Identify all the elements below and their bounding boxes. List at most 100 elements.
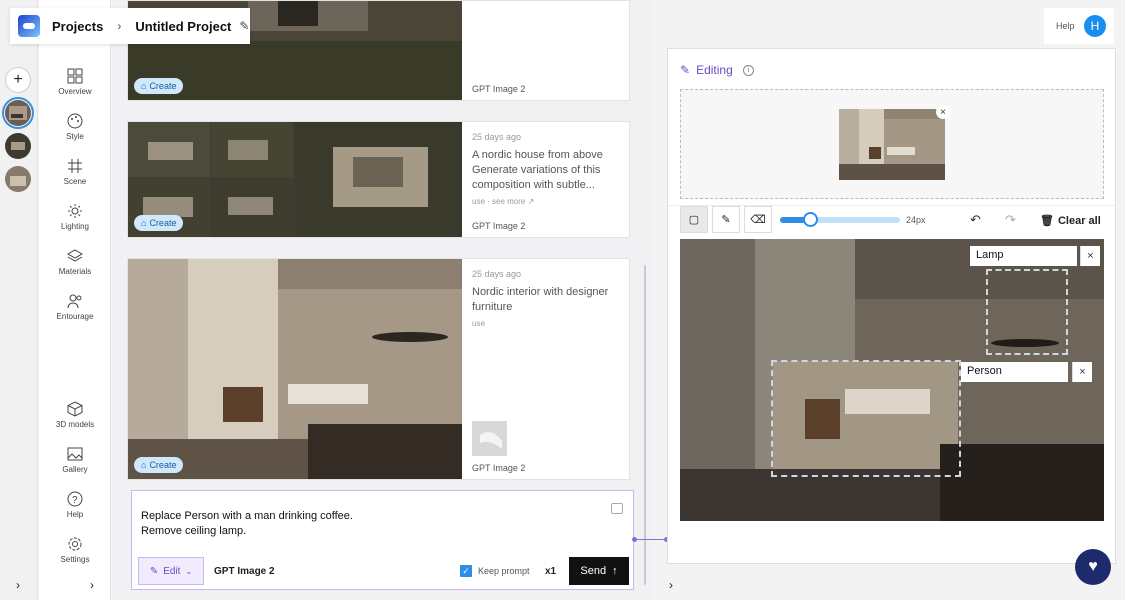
attach-image-icon[interactable] [611,503,623,514]
reference-image[interactable] [839,109,945,180]
mode-label: Edit [163,565,181,577]
trash-icon: 🗑 [1040,215,1054,227]
prompt-text[interactable]: Replace Person with a man drinking coffe… [141,509,353,539]
mode-dropdown[interactable]: ✎ Edit ⌄ [138,557,204,585]
reference-thumbnail[interactable] [472,421,507,456]
person-region-label: Person [961,362,1068,382]
see-more-link[interactable]: see more ↗ [492,197,534,206]
card-meta: 25 days ago A nordic house from above Ge… [472,122,622,237]
result-card-3[interactable]: ⌂ Create 25 days ago Nordic interior with… [127,258,630,480]
arrow-up-icon: ↑ [612,565,618,577]
remove-person-region-button[interactable]: × [1072,362,1092,382]
send-button[interactable]: Send ↑ [569,557,629,585]
svg-text:?: ? [72,495,78,506]
edit-canvas[interactable]: Lamp × Person × [680,239,1104,521]
heart-icon: ♥ [1088,558,1098,575]
create-label: Create [149,218,177,228]
create-button[interactable]: ⌂ Create [134,78,184,94]
prompt-line-2: Remove ceiling lamp. [141,525,247,537]
use-link[interactable]: use [472,197,485,206]
palette-icon [67,113,83,129]
variation-count[interactable]: x1 [545,566,556,577]
editor-title: Editing [696,63,733,77]
gear-icon [68,537,82,551]
create-button[interactable]: ⌂ Create [134,457,184,473]
chevron-right-icon: › [117,19,122,33]
brush-tool-button[interactable]: ✎ [712,206,740,233]
rename-pencil-icon[interactable]: ✎ [239,19,249,33]
eraser-tool-button[interactable]: ⌫ [744,206,772,233]
slider-knob[interactable] [803,212,818,227]
nav-settings[interactable]: Settings [39,536,111,564]
grid-icon [67,68,83,84]
lamp-mask-region[interactable] [986,269,1068,355]
rectangle-tool-button[interactable]: ▢ [680,206,708,233]
project-thumb-2[interactable] [5,133,31,159]
nav-help[interactable]: ? Help [39,491,111,519]
info-icon[interactable]: i [742,64,754,76]
clear-all-label: Clear all [1057,214,1101,227]
feed-scrollbar[interactable] [644,265,646,585]
nav-3d-models[interactable]: 3D models [39,401,111,429]
breadcrumb-projects[interactable]: Projects [52,19,103,34]
result-card-2[interactable]: ⌂ Create 25 days ago A nordic house from … [127,121,630,238]
project-thumb-1[interactable] [2,97,34,129]
card-date: 25 days ago [472,132,522,142]
brush-size-value: 24px [906,215,926,225]
panel-chevron-icon[interactable]: › [669,578,673,592]
nav-lighting[interactable]: Lighting [39,203,111,231]
prompt-composer[interactable]: Replace Person with a man drinking coffe… [131,490,634,590]
pencil-icon: ✎ [680,63,691,77]
project-thumb-3[interactable] [5,166,31,192]
add-project-button[interactable]: + [5,67,31,93]
card-model: GPT Image 2 [472,84,526,94]
nav-label: Lighting [60,222,90,231]
nav-entourage[interactable]: Entourage [39,293,111,321]
remove-lamp-region-button[interactable]: × [1080,246,1100,266]
keep-prompt-toggle[interactable]: ✓ Keep prompt [460,565,530,577]
person-mask-region[interactable] [771,360,961,477]
keep-prompt-label: Keep prompt [478,566,530,576]
create-icon: ⌂ [141,460,147,470]
question-icon: ? [67,491,83,507]
nav-materials[interactable]: Materials [39,248,111,276]
app-logo[interactable] [18,15,40,37]
nav-style[interactable]: Style [39,113,111,141]
card-model: GPT Image 2 [472,221,526,231]
remove-reference-button[interactable]: × [936,105,950,119]
create-button[interactable]: ⌂ Create [134,215,184,231]
result-image[interactable] [128,259,462,479]
chevron-down-icon: ⌄ [185,566,193,576]
image-icon [67,447,83,461]
brush-size-slider[interactable] [780,212,900,227]
create-label: Create [149,460,177,470]
clear-all-button[interactable]: 🗑 Clear all [1040,214,1101,228]
undo-icon[interactable]: ↶ [970,212,981,228]
hash-icon [68,159,82,173]
card-meta: 25 days ago Nordic interior with designe… [472,259,622,479]
layers-icon [67,249,83,262]
pencil-icon: ✎ [149,565,159,577]
use-link[interactable]: use [472,319,622,328]
breadcrumb: Projects › Untitled Project ✎ [10,8,250,44]
help-bar: Help H [1044,8,1114,44]
project-title[interactable]: Untitled Project [135,19,231,34]
model-selector[interactable]: GPT Image 2 [214,566,275,577]
rectangle-icon: ▢ [688,214,700,226]
checkbox-icon[interactable]: ✓ [460,565,472,577]
help-link[interactable]: Help [1056,21,1075,31]
nav-overview[interactable]: Overview [39,68,111,96]
card-model: GPT Image 2 [472,463,526,473]
feedback-heart-button[interactable]: ♥ [1075,549,1111,585]
connector-dot [632,537,637,542]
eraser-icon: ⌫ [750,214,766,226]
avatar[interactable]: H [1084,15,1106,37]
redo-icon[interactable]: ↷ [1005,212,1016,228]
nav-scene[interactable]: Scene [39,158,111,186]
reference-dropzone[interactable]: × [680,89,1104,199]
expand-rail-icon[interactable]: › [16,578,20,592]
nav-label: Settings [60,555,90,564]
collapse-nav-icon[interactable]: › [90,578,94,592]
create-icon: ⌂ [141,218,147,228]
nav-gallery[interactable]: Gallery [39,446,111,474]
